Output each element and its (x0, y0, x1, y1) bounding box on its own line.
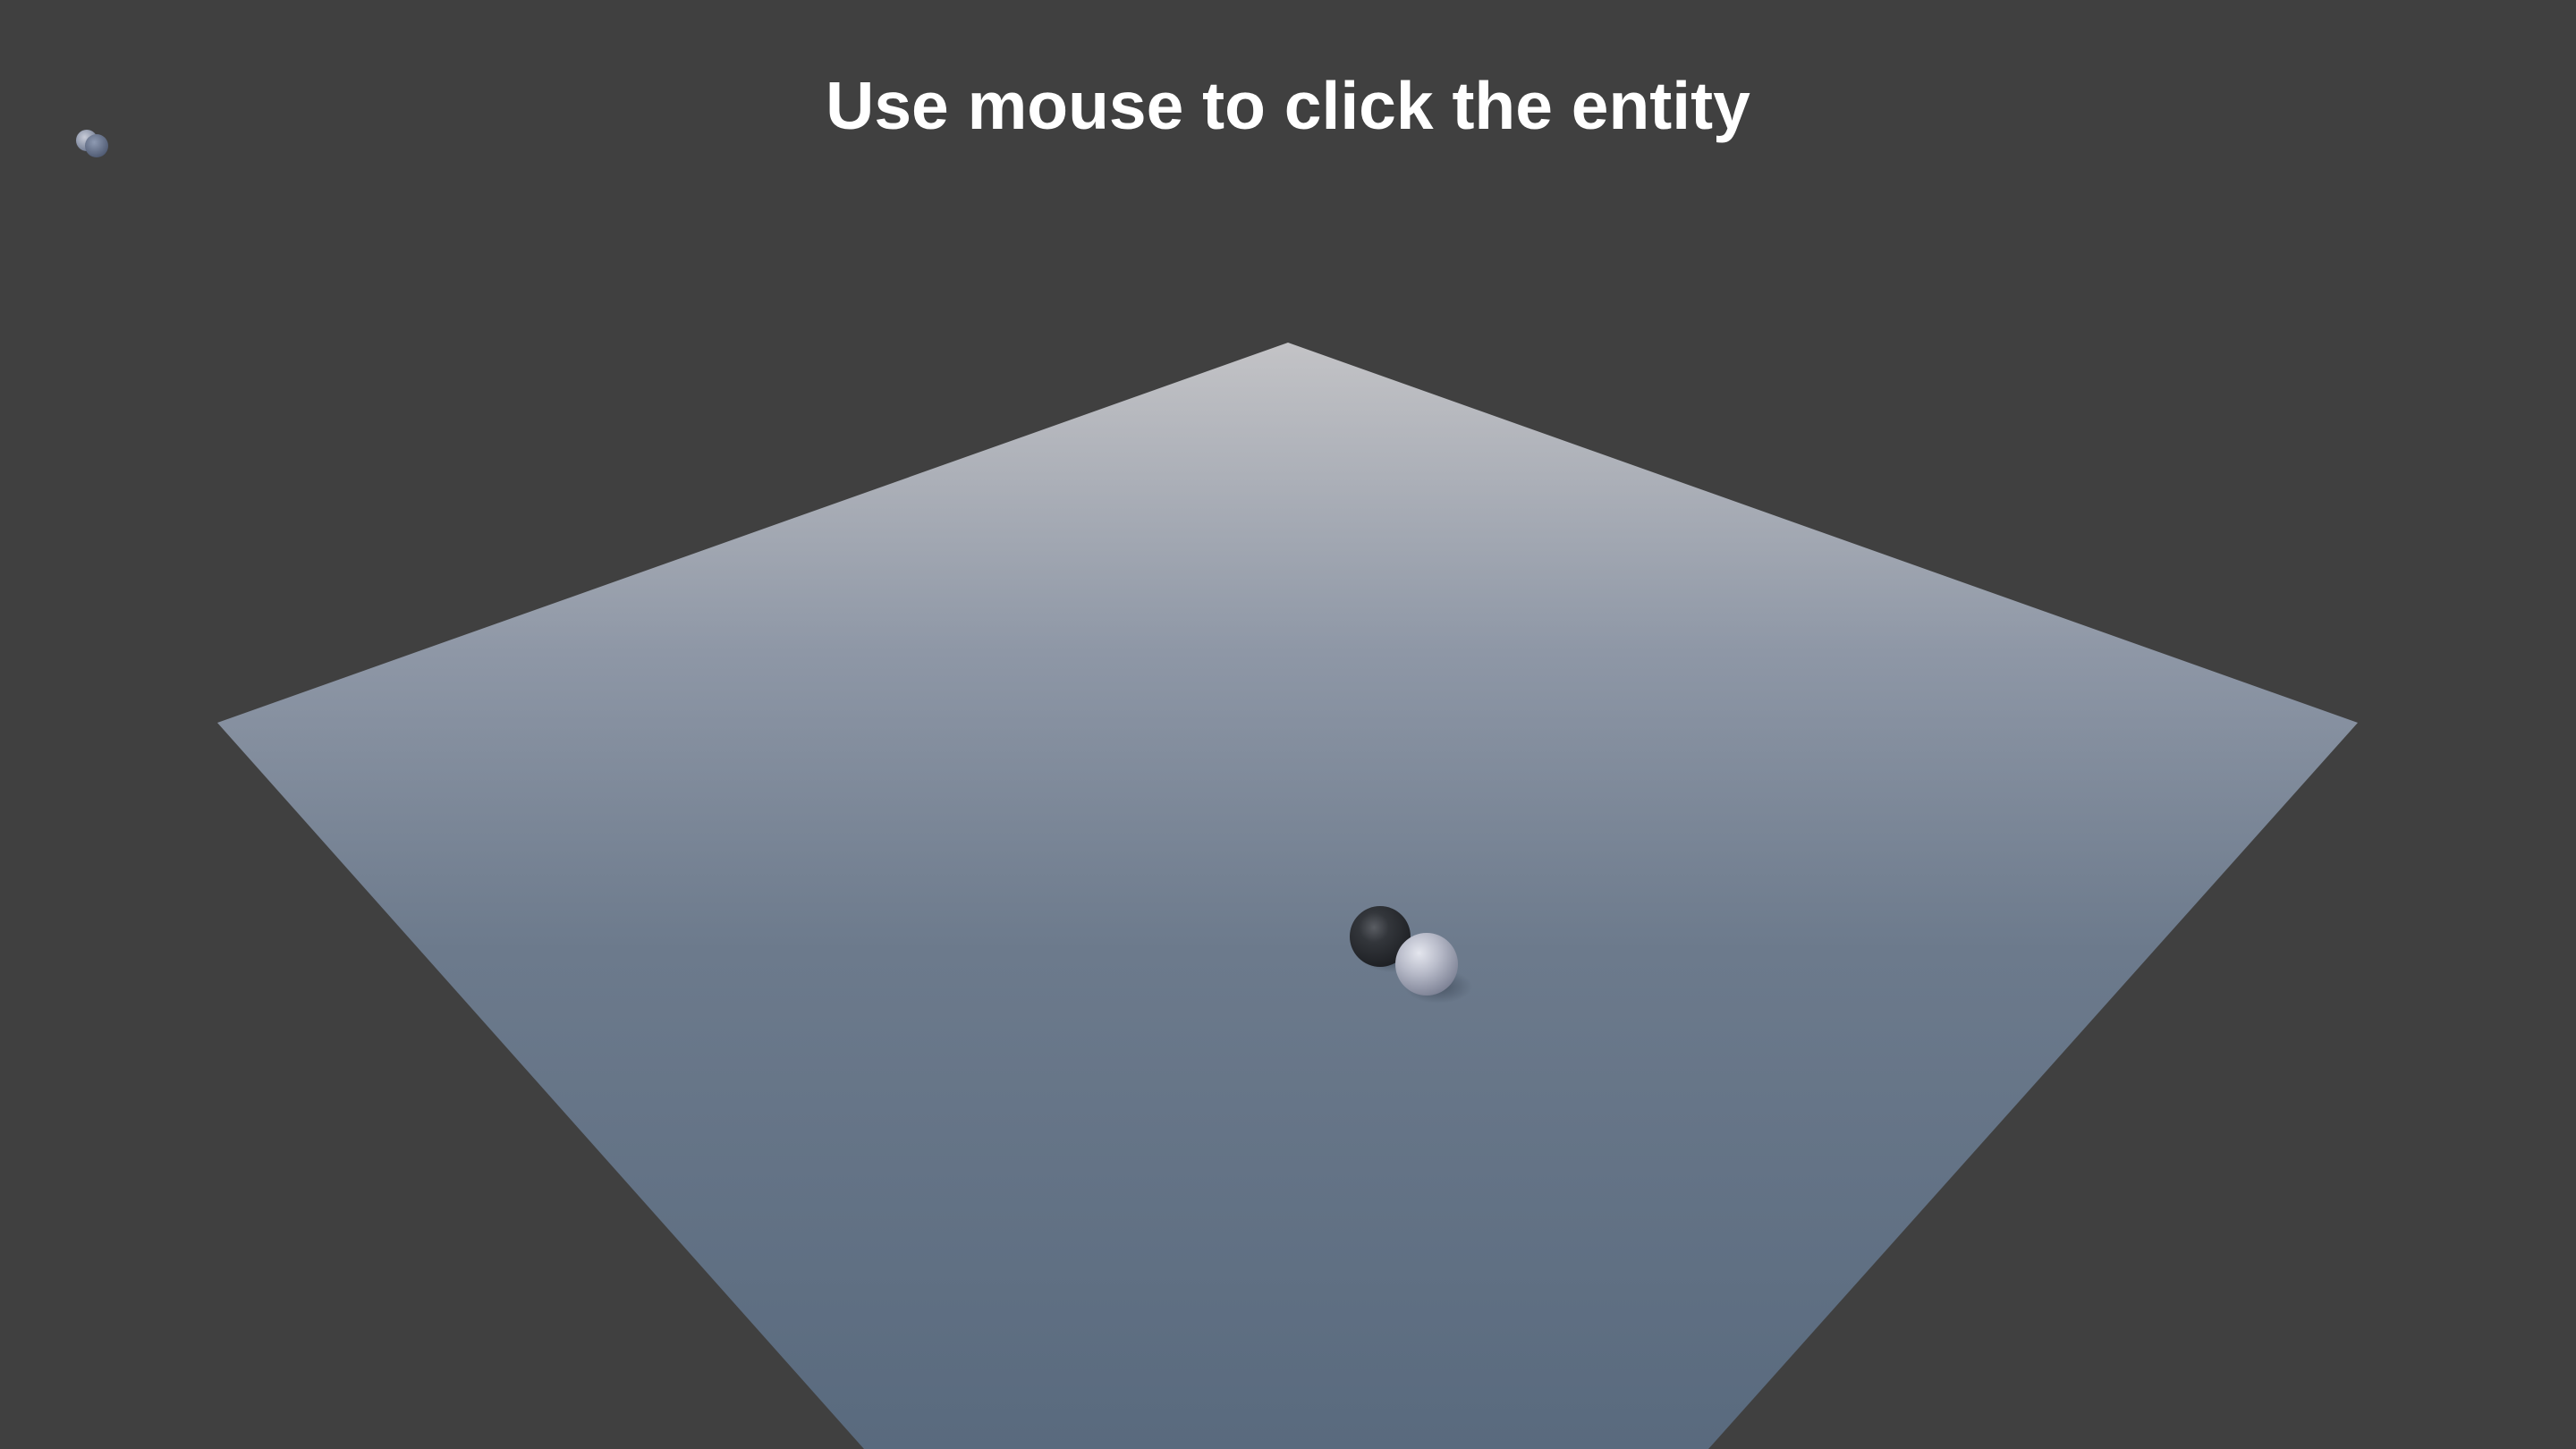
instruction-text: Use mouse to click the entity (826, 68, 1750, 143)
game-viewport[interactable]: Use mouse to click the entity (0, 0, 2576, 1449)
scene-canvas[interactable] (0, 0, 2576, 1449)
light-sphere-entity[interactable] (1395, 933, 1458, 996)
ground-plane[interactable] (217, 343, 2358, 1449)
